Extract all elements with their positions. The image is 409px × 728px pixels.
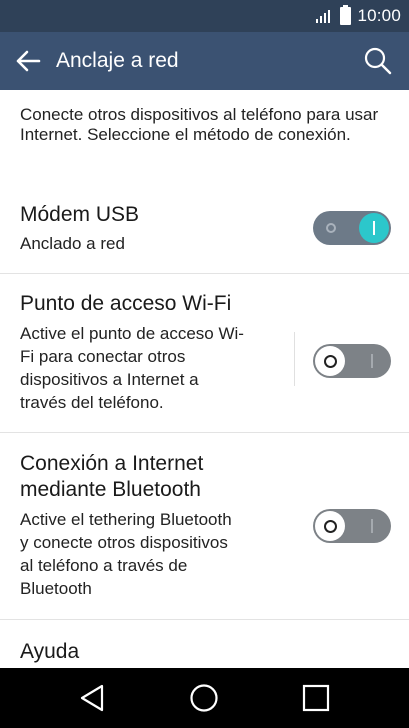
setting-summary: Active el punto de acceso Wi- Fi para co… bbox=[20, 324, 244, 412]
status-icons: 10:00 bbox=[316, 5, 401, 26]
setting-bluetooth-tethering[interactable]: Conexión a Internet mediante Bluetooth A… bbox=[0, 433, 409, 619]
search-icon bbox=[364, 47, 392, 75]
setting-usb-tethering[interactable]: Módem USB Anclado a red bbox=[0, 190, 409, 272]
usb-tethering-toggle[interactable] bbox=[313, 211, 391, 245]
settings-content: Conecte otros dispositivos al teléfono p… bbox=[0, 90, 409, 668]
setting-title: Módem USB bbox=[20, 203, 140, 226]
nav-back-button[interactable] bbox=[70, 678, 114, 718]
home-circle-icon bbox=[190, 684, 218, 712]
nav-recents-button[interactable] bbox=[294, 678, 338, 718]
vertical-divider bbox=[294, 332, 295, 386]
setting-wifi-hotspot[interactable]: Punto de acceso Wi-Fi Active el punto de… bbox=[0, 274, 409, 432]
arrow-left-icon bbox=[16, 50, 41, 72]
status-time: 10:00 bbox=[357, 6, 401, 25]
intro-text: Conecte otros dispositivos al teléfono p… bbox=[20, 105, 379, 144]
recents-square-icon bbox=[302, 684, 330, 712]
setting-title: Conexión a Internet mediante Bluetooth bbox=[20, 452, 204, 501]
status-bar: 10:00 bbox=[0, 0, 409, 32]
setting-title: Ayuda bbox=[20, 640, 80, 663]
setting-title: Punto de acceso Wi-Fi bbox=[20, 292, 232, 315]
navigation-bar bbox=[0, 668, 409, 728]
back-triangle-icon bbox=[80, 684, 104, 712]
app-bar: Anclaje a red bbox=[0, 32, 409, 90]
back-button[interactable] bbox=[10, 44, 46, 78]
nav-home-button[interactable] bbox=[182, 678, 226, 718]
battery-icon bbox=[340, 5, 352, 25]
wifi-hotspot-toggle[interactable] bbox=[313, 344, 391, 378]
bluetooth-tethering-toggle[interactable] bbox=[313, 509, 391, 543]
page-title: Anclaje a red bbox=[56, 49, 179, 72]
setting-help[interactable]: Ayuda bbox=[0, 620, 409, 668]
setting-summary: Active el tethering Bluetooth y conecte … bbox=[20, 510, 232, 598]
search-button[interactable] bbox=[361, 44, 395, 78]
signal-icon bbox=[316, 8, 334, 24]
setting-summary: Anclado a red bbox=[20, 234, 125, 253]
